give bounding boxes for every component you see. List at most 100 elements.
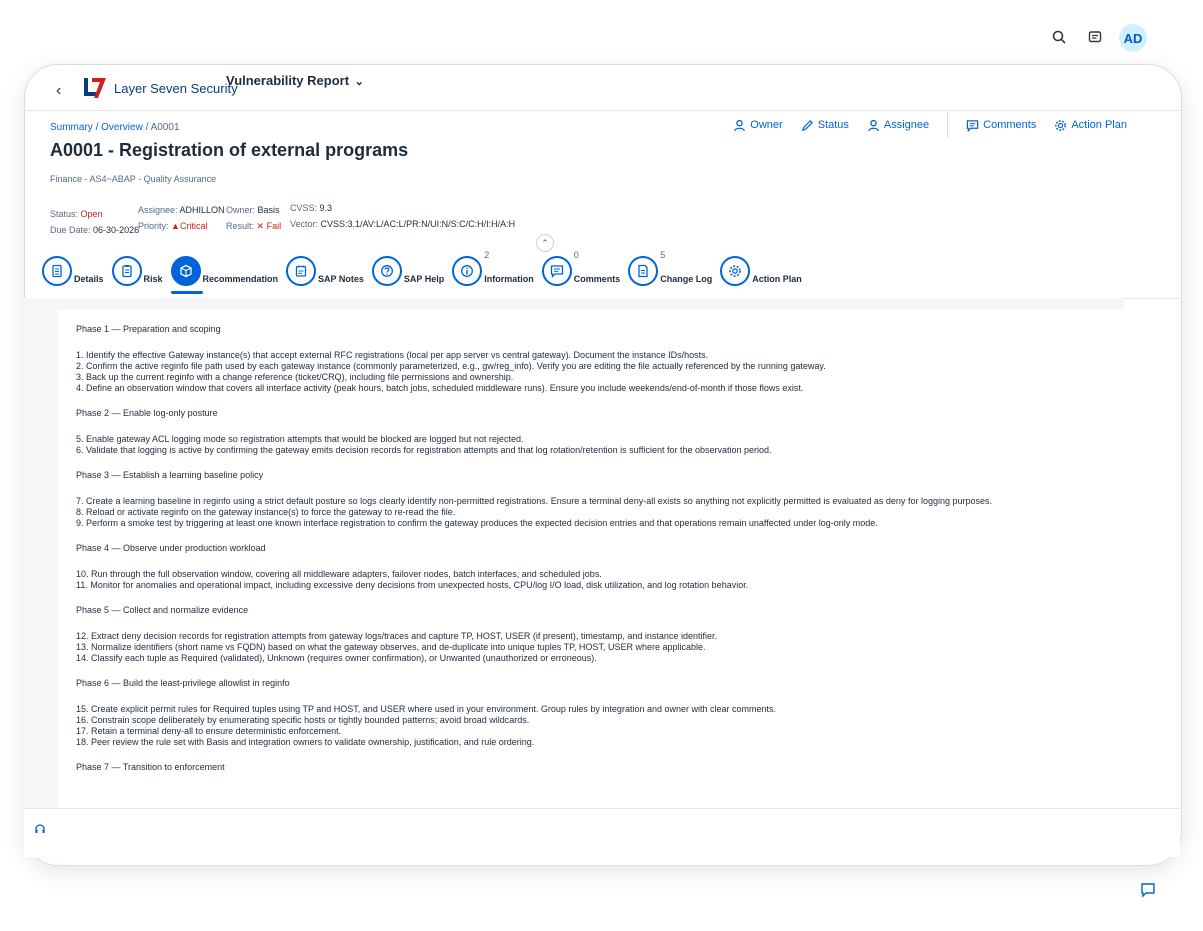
list-item: 16. Constrain scope deliberately by enum…: [76, 715, 530, 725]
tab-details[interactable]: Details: [42, 256, 104, 286]
list-item: 17. Retain a terminal deny-all to ensure…: [76, 726, 342, 736]
list-item: 2. Confirm the active reginfo file path …: [76, 361, 826, 371]
tab-change-log[interactable]: 5 Change Log: [628, 250, 712, 286]
status-button[interactable]: Status: [801, 119, 849, 132]
clipboard-icon: [111, 256, 142, 286]
phase-heading: Phase 4 — Observe under production workl…: [76, 543, 266, 553]
info-icon: [452, 256, 483, 286]
app-title-menu[interactable]: Vulnerability Report ⌄: [226, 73, 364, 88]
search-icon[interactable]: [1052, 30, 1068, 46]
back-icon[interactable]: ‹: [56, 82, 61, 100]
phase-steps: 5. Enable gateway ACL logging mode so re…: [76, 434, 1106, 456]
result-value: Fail: [266, 221, 282, 231]
header-toolbar: [1052, 30, 1104, 46]
list-item: 8. Reload or activate reginfo on the gat…: [76, 507, 456, 517]
list-item: 6. Validate that logging is active by co…: [76, 445, 772, 455]
brand-logo[interactable]: Layer Seven Security: [82, 76, 238, 100]
tab-sap-notes[interactable]: SAP Notes: [286, 256, 364, 286]
list-item: 3. Back up the current reginfo with a ch…: [76, 372, 514, 382]
list-item: 11. Monitor for anomalies and operationa…: [76, 580, 749, 590]
list-item: 18. Peer review the rule set with Basis …: [76, 737, 535, 747]
layer-seven-logo-icon: [84, 78, 106, 98]
phase-heading: Phase 7 — Transition to enforcement: [76, 762, 225, 772]
action-plan-button[interactable]: Action Plan: [1054, 119, 1127, 132]
person-icon: [867, 119, 879, 131]
assignee-value: ADHILLON: [179, 205, 225, 215]
warning-icon: ▲: [171, 221, 180, 231]
breadcrumb-summary[interactable]: Summary: [50, 122, 93, 133]
tab-action-plan[interactable]: Action Plan: [720, 256, 802, 286]
breadcrumb-current: A0001: [150, 122, 180, 133]
tab-risk[interactable]: Risk: [111, 256, 163, 286]
owner-button[interactable]: Owner: [733, 119, 783, 132]
comments-button[interactable]: Comments: [966, 119, 1036, 132]
comments-count: 0: [573, 250, 579, 260]
chat-icon[interactable]: [1140, 882, 1158, 900]
cvss-value: 9.3: [319, 203, 333, 213]
tab-sap-help[interactable]: SAP Help: [371, 256, 444, 286]
phase-steps: 12. Extract deny decision records for re…: [76, 631, 1106, 664]
owner-field: Owner: Basis: [226, 205, 280, 215]
list-item: 1. Identify the effective Gateway instan…: [76, 350, 709, 360]
priority-value: Critical: [179, 221, 208, 231]
gear-icon: [720, 256, 751, 286]
cvss-field: CVSS: 9.3: [290, 203, 333, 213]
footer-bar: [24, 808, 1180, 857]
header-actions: Owner Status Assignee Comments Action Pl…: [733, 112, 1127, 138]
phase-heading: Phase 1 — Preparation and scoping: [76, 324, 221, 334]
phase-heading: Phase 6 — Build the least-privilege allo…: [76, 678, 290, 688]
list-item: 10. Run through the full observation win…: [76, 569, 602, 579]
due-date-value: 06-30-2026: [93, 225, 140, 235]
notifications-icon[interactable]: [1088, 30, 1104, 46]
list-item: 4. Define an observation window that cov…: [76, 383, 804, 393]
phase-heading: Phase 3 — Establish a learning baseline …: [76, 470, 264, 480]
list-item: 5. Enable gateway ACL logging mode so re…: [76, 434, 524, 444]
assignee-button[interactable]: Assignee: [867, 119, 929, 132]
phase-heading: Phase 2 — Enable log-only posture: [76, 408, 218, 418]
phase-heading: Phase 5 — Collect and normalize evidence: [76, 605, 249, 615]
actions-separator: [947, 112, 949, 138]
recommendation-panel: Phase 1 — Preparation and scoping 1. Ide…: [58, 310, 1124, 860]
information-count: 2: [484, 250, 490, 260]
person-icon: [734, 119, 746, 131]
comment-icon: [966, 119, 979, 132]
tab-information[interactable]: 2 Information: [452, 250, 534, 286]
page-subtitle: Finance - AS4~ABAP - Quality Assurance: [50, 174, 217, 184]
avatar[interactable]: AD: [1119, 24, 1147, 52]
list-item: 12. Extract deny decision records for re…: [76, 631, 717, 641]
priority-field: Priority: ▲Critical: [138, 221, 208, 231]
result-field: Result: ✕ Fail: [226, 221, 282, 231]
page-title: A0001 - Registration of external program…: [50, 140, 409, 160]
owner-value: Basis: [257, 205, 280, 215]
headset-icon[interactable]: [34, 823, 48, 837]
list-item: 14. Classify each tuple as Required (val…: [76, 653, 597, 663]
chevron-up-icon: ⌃: [541, 237, 549, 248]
comment-icon: [541, 256, 572, 286]
app-title: Vulnerability Report: [226, 73, 350, 88]
status-field: Status: Open: [50, 209, 103, 219]
due-date-field: Due Date: 06-30-2026: [50, 225, 140, 235]
tab-comments[interactable]: 0 Comments: [541, 250, 620, 286]
status-value: Open: [80, 209, 103, 219]
cube-icon: [170, 256, 201, 286]
list-item: 13. Normalize identifiers (short name vs…: [76, 642, 706, 652]
tab-recommendation[interactable]: Recommendation: [170, 256, 278, 294]
collapse-header-button[interactable]: ⌃: [536, 234, 554, 252]
tab-bar: Details Risk Recommendation SAP Notes SA…: [42, 250, 810, 294]
phase-steps: 15. Create explicit permit rules for Req…: [76, 704, 1106, 748]
breadcrumb: Summary / Overview / A0001: [50, 122, 180, 133]
phase-steps: 1. Identify the effective Gateway instan…: [76, 350, 1106, 394]
chevron-down-icon: ⌄: [354, 76, 364, 88]
header-divider: [24, 110, 1180, 111]
document-edit-icon: [628, 256, 659, 286]
brand-name: Layer Seven Security: [114, 80, 238, 96]
breadcrumb-overview[interactable]: Overview: [101, 122, 143, 133]
phase-steps: 7. Create a learning baseline in reginfo…: [76, 496, 1106, 529]
phase-steps: 10. Run through the full observation win…: [76, 569, 1106, 591]
gear-icon: [1055, 119, 1067, 131]
notes-icon: [286, 256, 317, 286]
document-icon: [42, 256, 72, 286]
list-item: 15. Create explicit permit rules for Req…: [76, 704, 777, 714]
close-icon: ✕: [256, 221, 265, 231]
change-log-count: 5: [660, 250, 666, 260]
